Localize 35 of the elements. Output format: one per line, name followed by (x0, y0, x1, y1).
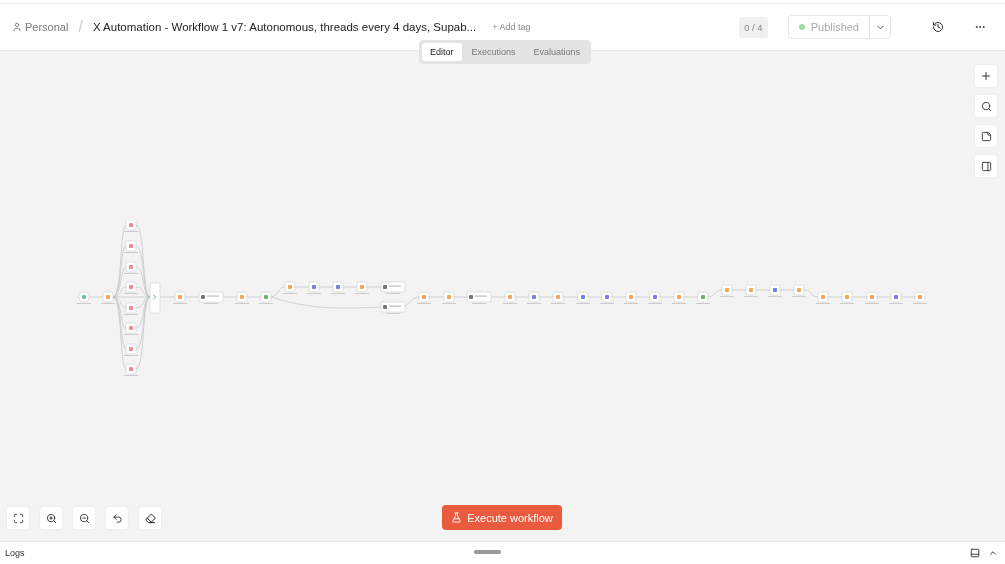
zoom-in-button[interactable] (39, 506, 63, 530)
view-tab[interactable]: Executions (463, 43, 524, 61)
execute-workflow-button[interactable]: Execute workflow (442, 505, 562, 530)
sticky-note-icon (980, 130, 992, 142)
search-icon (980, 100, 992, 112)
panel-toggle-button[interactable] (974, 154, 998, 178)
history-icon (932, 21, 944, 33)
panel-icon (980, 160, 992, 172)
project-link[interactable]: Personal (12, 21, 69, 33)
sticky-note-button[interactable] (974, 124, 998, 148)
workflow-title[interactable]: X Automation - Workflow 1 v7: Autonomous, threads every 4 days, Supab... (92, 21, 477, 33)
logs-label: Logs (5, 548, 25, 558)
breadcrumb-separator: / (78, 18, 83, 36)
zoom-in-icon (45, 512, 57, 524)
add-tag-button[interactable]: + Add tag (490, 20, 533, 34)
step-counter: 0 / 4 (739, 16, 768, 38)
zoom-out-icon (78, 512, 90, 524)
user-icon (12, 22, 22, 32)
eraser-icon (144, 512, 156, 524)
fit-view-icon (12, 512, 24, 524)
undo-icon (111, 512, 123, 524)
zoom-out-button[interactable] (72, 506, 96, 530)
tidy-up-button[interactable] (138, 506, 162, 530)
chevron-up-icon (988, 548, 998, 558)
resize-handle[interactable] (474, 550, 501, 554)
plus-icon (980, 70, 992, 82)
search-button[interactable] (974, 94, 998, 118)
undo-button[interactable] (105, 506, 129, 530)
panel-icon (970, 548, 980, 558)
view-tab[interactable]: Editor (422, 43, 462, 61)
flask-icon (451, 512, 463, 523)
panel-icon[interactable] (968, 546, 982, 560)
fit-view-button[interactable] (6, 506, 30, 530)
add-node-button[interactable] (974, 64, 998, 88)
view-tab[interactable]: Evaluations (525, 43, 589, 61)
